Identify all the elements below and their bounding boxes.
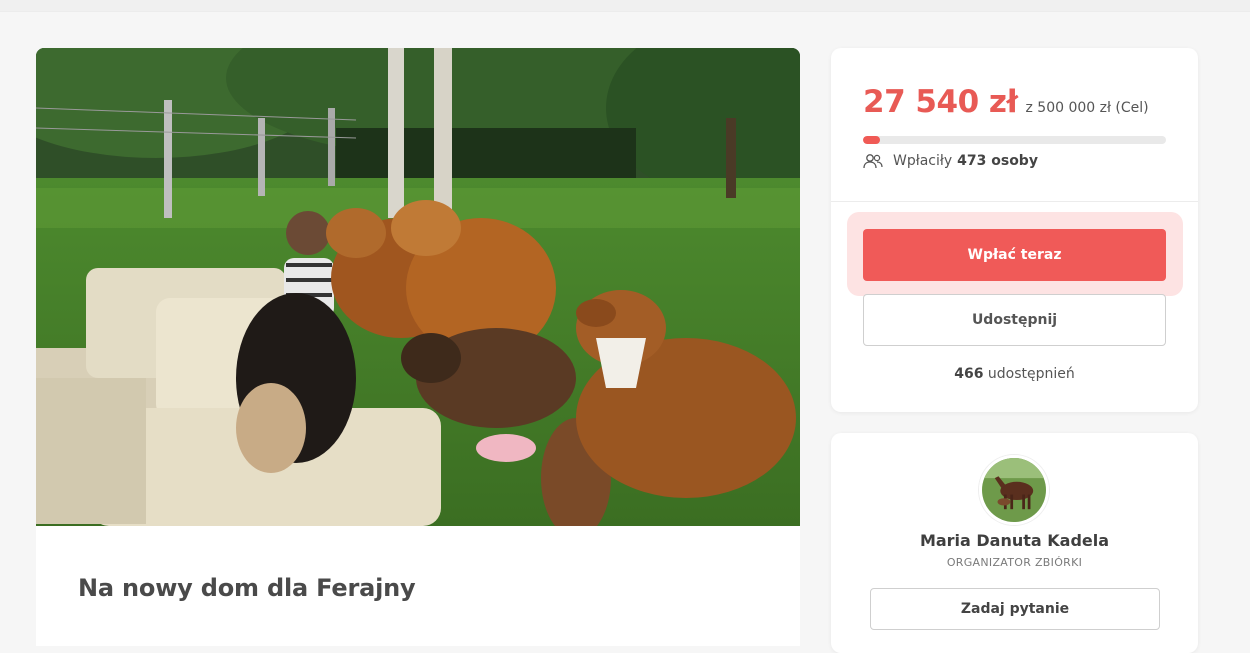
- organizer-name: Maria Danuta Kadela: [919, 531, 1110, 550]
- donate-now-button[interactable]: Wpłać teraz: [863, 229, 1166, 281]
- organizer-card: Maria Danuta Kadela ORGANIZATOR ZBIÓRKI …: [831, 433, 1198, 653]
- donors-count: 473 osoby: [957, 153, 1038, 169]
- people-icon: [863, 154, 883, 169]
- avatar-photo: [982, 458, 1046, 522]
- divider: [831, 201, 1198, 202]
- amount-row: 27 540 zł z 500 000 zł (Cel): [863, 84, 1149, 120]
- donors-info: Wpłaciły 473 osoby: [863, 153, 1038, 169]
- shares-count-text: 466 udostępnień: [831, 366, 1198, 382]
- share-button[interactable]: Udostępnij: [863, 294, 1166, 346]
- goal-amount: z 500 000 zł (Cel): [1025, 100, 1149, 116]
- progress-bar-fill: [863, 136, 880, 144]
- shares-label: udostępnień: [987, 366, 1075, 382]
- progress-bar: [863, 136, 1166, 144]
- campaign-title: Na nowy dom dla Ferajny: [78, 574, 416, 602]
- campaign-title-card: Na nowy dom dla Ferajny: [36, 526, 800, 646]
- campaign-hero-image: [36, 48, 800, 526]
- donation-card: 27 540 zł z 500 000 zł (Cel) Wpłaciły 47…: [831, 48, 1198, 412]
- shares-count: 466: [954, 366, 984, 382]
- raised-amount: 27 540 zł: [863, 84, 1018, 120]
- top-bar: [0, 0, 1250, 12]
- organizer-role: ORGANIZATOR ZBIÓRKI: [946, 556, 1083, 569]
- donors-label: Wpłaciły: [893, 153, 953, 169]
- ask-question-button[interactable]: Zadaj pytanie: [870, 588, 1160, 630]
- hero-photo: [36, 48, 800, 526]
- organizer-avatar[interactable]: [979, 455, 1049, 525]
